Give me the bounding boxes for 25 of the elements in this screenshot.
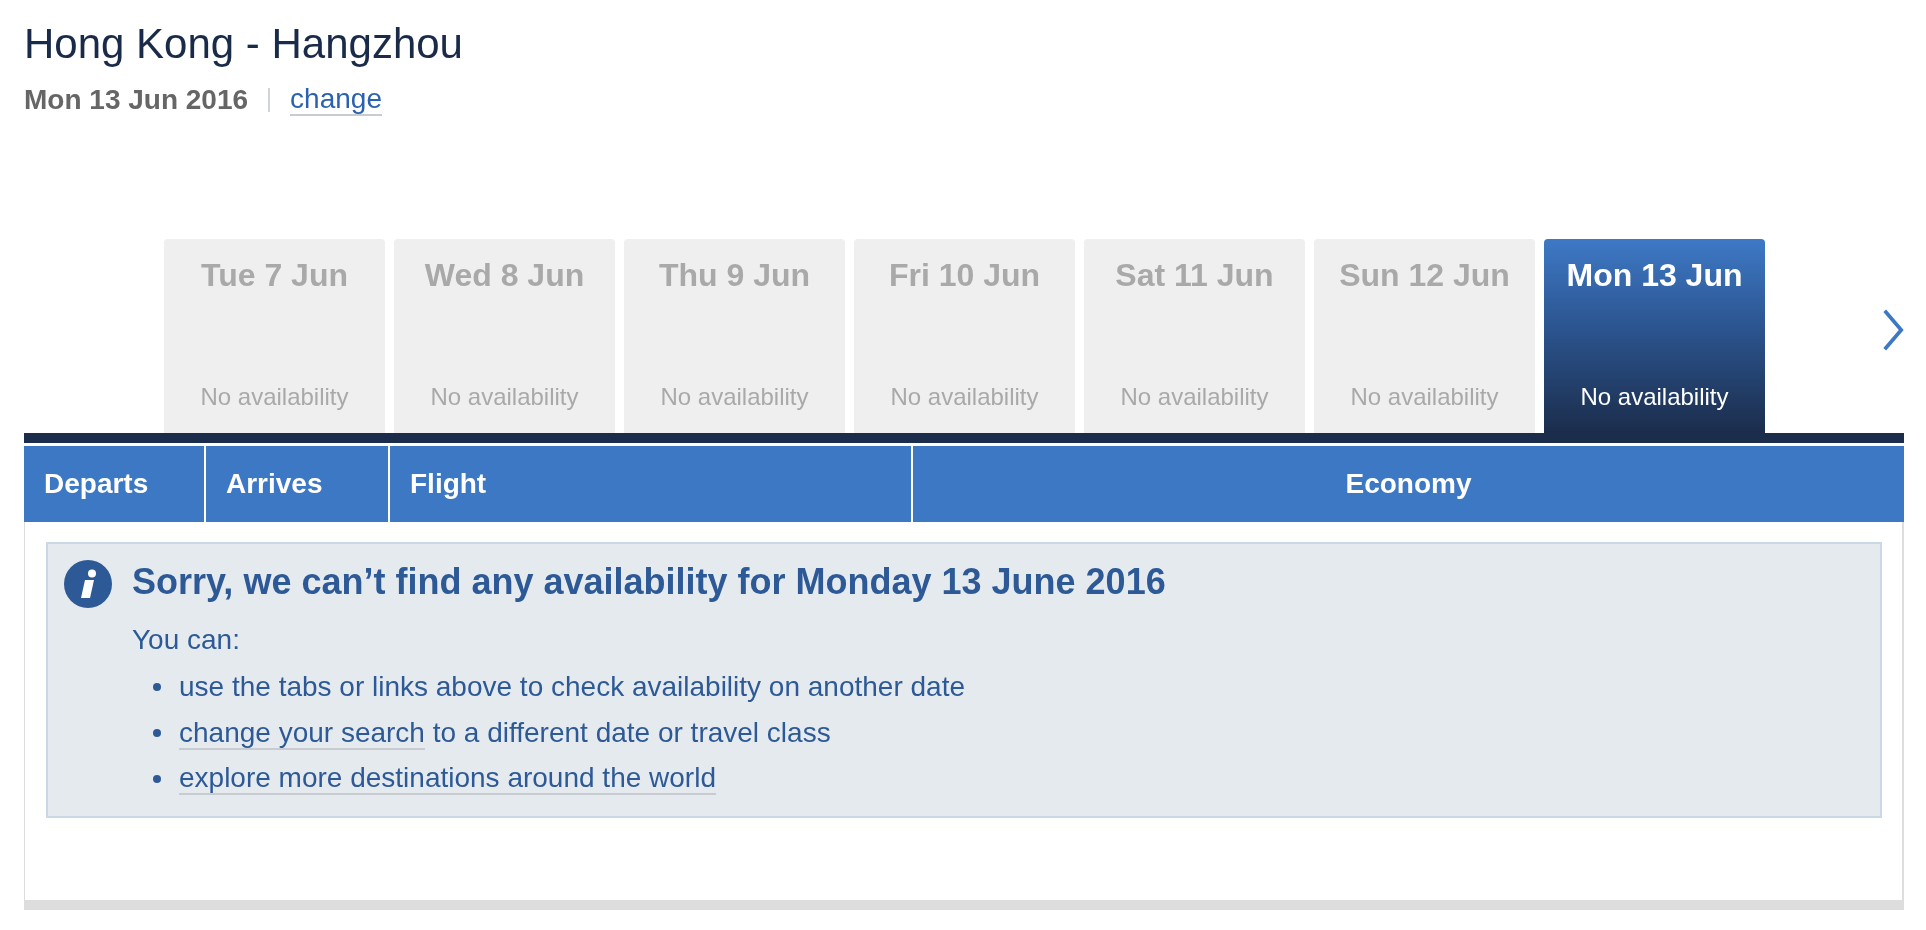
- suggestion-text: use the tabs or links above to check availability on another date: [179, 671, 966, 703]
- travel-date: Mon 13 Jun 2016: [24, 84, 249, 116]
- suggestion-text: change your search to a different date or travel class: [179, 717, 831, 749]
- bullet-icon: [153, 729, 161, 737]
- message-intro: You can:: [132, 623, 240, 657]
- date-tab[interactable]: Fri 10 Jun No availability: [854, 239, 1075, 433]
- date-tab[interactable]: Tue 7 Jun No availability: [164, 239, 385, 433]
- date-tab[interactable]: Sat 11 Jun No availability: [1084, 239, 1305, 433]
- date-tab[interactable]: Sun 12 Jun No availability: [1314, 239, 1535, 433]
- column-header: Departs: [24, 446, 204, 522]
- message-heading: Sorry, we can’t find any availability for Monday 13 June 2016: [132, 560, 1166, 604]
- date-tab[interactable]: Thu 9 Jun No availability: [624, 239, 845, 433]
- column-header: Flight: [390, 446, 911, 522]
- column-header: Economy: [913, 446, 1904, 522]
- suggestion-link[interactable]: explore more destinations around the world: [179, 763, 716, 795]
- column-header: Arrives: [206, 446, 388, 522]
- route-title: Hong Kong - Hangzhou: [24, 19, 463, 69]
- suggestion-link[interactable]: change your search: [179, 717, 425, 750]
- info-icon: [64, 560, 112, 608]
- date-tab[interactable]: Mon 13 Jun No availability: [1544, 239, 1765, 433]
- date-tab[interactable]: Wed 8 Jun No availability: [394, 239, 615, 433]
- bullet-icon: [153, 683, 161, 691]
- chevron-right-icon[interactable]: [1882, 308, 1904, 352]
- change-date-link[interactable]: change: [290, 84, 382, 116]
- bullet-icon: [153, 775, 161, 783]
